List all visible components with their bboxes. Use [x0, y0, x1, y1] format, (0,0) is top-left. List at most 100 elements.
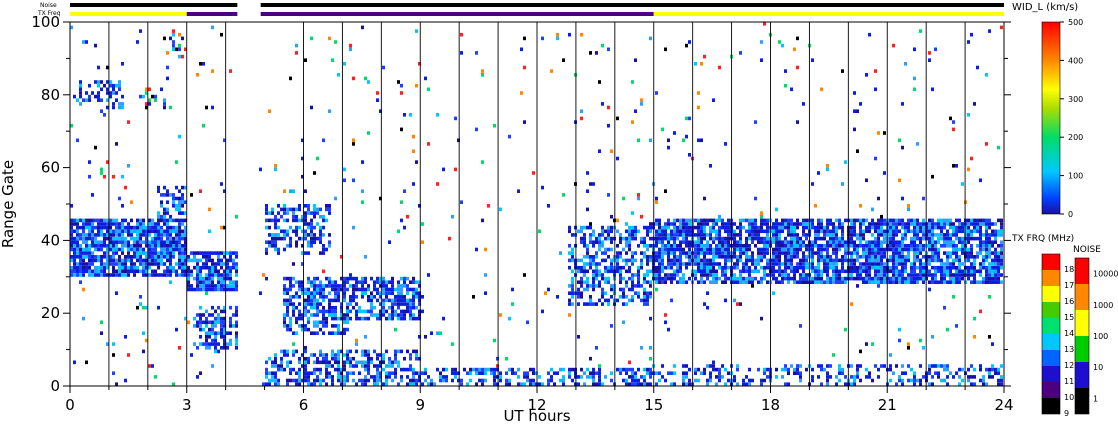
- data-point: [625, 378, 628, 383]
- data-point: [337, 298, 340, 303]
- data-point: [196, 265, 199, 270]
- data-point: [313, 225, 316, 230]
- data-point: [751, 233, 754, 237]
- data-point: [94, 273, 97, 277]
- data-point: [343, 364, 346, 368]
- data-point: [661, 229, 664, 234]
- data-point: [898, 273, 901, 277]
- data-point: [946, 233, 949, 237]
- data-point: [592, 269, 595, 274]
- data-point: [169, 251, 172, 255]
- data-point: [85, 262, 88, 266]
- data-point: [940, 244, 943, 248]
- data-point: [175, 269, 178, 274]
- data-point: [286, 207, 289, 212]
- data-point: [274, 371, 277, 375]
- data-point: [742, 247, 745, 252]
- data-point: [100, 244, 103, 248]
- data-point: [157, 258, 160, 263]
- data-point: [892, 269, 895, 274]
- data-point: [709, 229, 712, 234]
- data-point: [283, 229, 286, 234]
- data-point: [328, 284, 331, 288]
- data-point: [775, 236, 778, 241]
- data-point: [736, 247, 739, 252]
- data-point: [829, 265, 832, 270]
- data-point: [199, 287, 202, 292]
- data-point: [520, 47, 523, 52]
- data-point: [865, 251, 868, 255]
- data-point: [682, 222, 685, 226]
- data-point: [922, 269, 925, 274]
- data-point: [976, 251, 979, 255]
- data-point: [304, 305, 307, 310]
- data-point: [286, 298, 289, 303]
- data-point: [346, 302, 349, 306]
- data-point: [973, 218, 976, 223]
- data-point: [616, 298, 619, 303]
- data-point: [352, 305, 355, 310]
- data-point: [325, 353, 328, 357]
- data-point: [118, 196, 121, 201]
- data-point: [322, 287, 325, 292]
- data-point: [709, 378, 712, 383]
- data-point: [79, 258, 82, 263]
- data-point: [352, 371, 355, 375]
- data-point: [628, 375, 631, 379]
- data-point: [688, 382, 691, 386]
- data-point: [286, 233, 289, 237]
- data-point: [763, 251, 766, 255]
- data-point: [370, 305, 373, 310]
- data-point: [274, 378, 277, 383]
- data-point: [841, 225, 844, 230]
- data-point: [325, 320, 328, 325]
- data-point: [637, 367, 640, 372]
- data-point: [295, 225, 298, 230]
- data-point: [919, 29, 922, 33]
- data-point: [775, 233, 778, 237]
- data-point: [376, 316, 379, 321]
- data-point: [214, 349, 217, 354]
- data-point: [286, 313, 289, 317]
- data-point: [154, 98, 157, 102]
- data-point: [427, 382, 430, 386]
- data-point: [172, 255, 175, 259]
- data-point: [133, 255, 136, 259]
- data-point: [970, 273, 973, 277]
- data-point: [289, 327, 292, 332]
- data-point: [568, 32, 571, 37]
- data-point: [181, 255, 184, 259]
- data-point: [709, 218, 712, 223]
- data-point: [376, 298, 379, 303]
- data-point: [877, 222, 880, 226]
- data-point: [700, 218, 703, 223]
- data-point: [868, 247, 871, 252]
- data-point: [601, 382, 604, 386]
- data-point: [742, 251, 745, 255]
- data-point: [154, 244, 157, 248]
- data-point: [775, 258, 778, 263]
- data-point: [775, 280, 778, 284]
- data-point: [805, 265, 808, 270]
- data-point: [79, 102, 82, 106]
- data-point: [271, 244, 274, 248]
- data-point: [316, 284, 319, 288]
- data-point: [859, 225, 862, 230]
- data-point: [460, 200, 463, 204]
- data-point: [160, 244, 163, 248]
- data-point: [220, 182, 223, 186]
- data-point: [760, 251, 763, 255]
- data-point: [757, 236, 760, 241]
- data-point: [928, 382, 931, 386]
- data-point: [121, 233, 124, 237]
- x-tick-label: 6: [299, 396, 309, 414]
- data-point: [943, 269, 946, 274]
- data-point: [424, 371, 427, 375]
- data-point: [103, 174, 106, 179]
- data-point: [880, 240, 883, 244]
- data-point: [763, 367, 766, 372]
- data-point: [196, 251, 199, 255]
- data-point: [331, 298, 334, 303]
- width-colorbar-tick-label: 0: [1068, 210, 1073, 219]
- data-point: [625, 302, 628, 306]
